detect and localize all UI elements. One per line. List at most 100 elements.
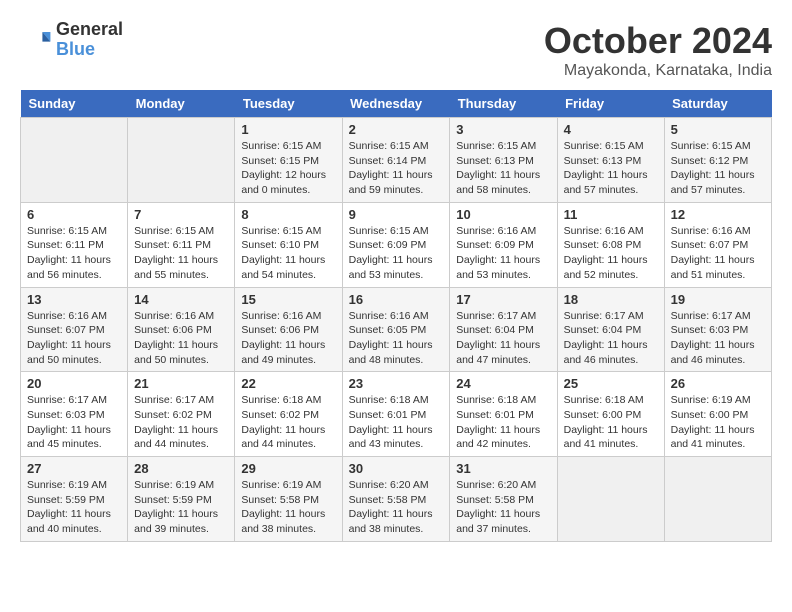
calendar-cell: 30 Sunrise: 6:20 AM Sunset: 5:58 PM Dayli… — [342, 457, 450, 542]
day-info: Sunrise: 6:15 AM Sunset: 6:15 PM Dayligh… — [241, 139, 335, 198]
day-info: Sunrise: 6:15 AM Sunset: 6:13 PM Dayligh… — [456, 139, 550, 198]
weekday-header: Thursday — [450, 90, 557, 118]
day-info: Sunrise: 6:18 AM Sunset: 6:00 PM Dayligh… — [564, 393, 658, 452]
calendar-cell — [557, 457, 664, 542]
day-number: 6 — [27, 207, 121, 222]
day-info: Sunrise: 6:15 AM Sunset: 6:14 PM Dayligh… — [349, 139, 444, 198]
day-info: Sunrise: 6:18 AM Sunset: 6:01 PM Dayligh… — [456, 393, 550, 452]
day-info: Sunrise: 6:16 AM Sunset: 6:06 PM Dayligh… — [134, 309, 228, 368]
title-block: October 2024 Mayakonda, Karnataka, India — [544, 20, 772, 80]
calendar-cell: 31 Sunrise: 6:20 AM Sunset: 5:58 PM Dayli… — [450, 457, 557, 542]
calendar-cell: 8 Sunrise: 6:15 AM Sunset: 6:10 PM Daylig… — [235, 202, 342, 287]
day-number: 20 — [27, 376, 121, 391]
day-info: Sunrise: 6:15 AM Sunset: 6:11 PM Dayligh… — [134, 224, 228, 283]
logo-blue: Blue — [56, 40, 123, 60]
day-number: 8 — [241, 207, 335, 222]
calendar-week-row: 13 Sunrise: 6:16 AM Sunset: 6:07 PM Dayli… — [21, 287, 772, 372]
day-number: 21 — [134, 376, 228, 391]
month-title: October 2024 — [544, 20, 772, 62]
day-info: Sunrise: 6:15 AM Sunset: 6:13 PM Dayligh… — [564, 139, 658, 198]
day-number: 22 — [241, 376, 335, 391]
calendar-cell: 20 Sunrise: 6:17 AM Sunset: 6:03 PM Dayli… — [21, 372, 128, 457]
day-info: Sunrise: 6:19 AM Sunset: 5:59 PM Dayligh… — [27, 478, 121, 537]
calendar-cell: 1Sunrise: 6:15 AM Sunset: 6:15 PM Daylig… — [235, 118, 342, 203]
day-number: 9 — [349, 207, 444, 222]
calendar-cell: 13 Sunrise: 6:16 AM Sunset: 6:07 PM Dayli… — [21, 287, 128, 372]
day-number: 15 — [241, 292, 335, 307]
calendar-cell: 27 Sunrise: 6:19 AM Sunset: 5:59 PM Dayli… — [21, 457, 128, 542]
calendar-cell: 6Sunrise: 6:15 AM Sunset: 6:11 PM Daylig… — [21, 202, 128, 287]
day-number: 18 — [564, 292, 658, 307]
day-number: 10 — [456, 207, 550, 222]
calendar-cell: 19Sunrise: 6:17 AM Sunset: 6:03 PM Dayli… — [664, 287, 771, 372]
day-info: Sunrise: 6:16 AM Sunset: 6:08 PM Dayligh… — [564, 224, 658, 283]
day-number: 30 — [349, 461, 444, 476]
weekday-header: Monday — [128, 90, 235, 118]
weekday-header: Wednesday — [342, 90, 450, 118]
day-number: 14 — [134, 292, 228, 307]
calendar-cell: 7 Sunrise: 6:15 AM Sunset: 6:11 PM Daylig… — [128, 202, 235, 287]
day-info: Sunrise: 6:20 AM Sunset: 5:58 PM Dayligh… — [456, 478, 550, 537]
calendar-week-row: 27 Sunrise: 6:19 AM Sunset: 5:59 PM Dayli… — [21, 457, 772, 542]
day-number: 17 — [456, 292, 550, 307]
day-info: Sunrise: 6:17 AM Sunset: 6:04 PM Dayligh… — [564, 309, 658, 368]
calendar-week-row: 6 Sunrise: 6:15 AM Sunset: 6:11 PM Daylig… — [21, 202, 772, 287]
day-info: Sunrise: 6:16 AM Sunset: 6:07 PM Dayligh… — [27, 309, 121, 368]
day-number: 12 — [671, 207, 765, 222]
calendar-cell: 11 Sunrise: 6:16 AM Sunset: 6:08 PM Dayli… — [557, 202, 664, 287]
calendar-cell: 3Sunrise: 6:15 AM Sunset: 6:13 PM Daylig… — [450, 118, 557, 203]
calendar-cell: 29Sunrise: 6:19 AM Sunset: 5:58 PM Dayli… — [235, 457, 342, 542]
day-info: Sunrise: 6:16 AM Sunset: 6:09 PM Dayligh… — [456, 224, 550, 283]
calendar-cell: 5Sunrise: 6:15 AM Sunset: 6:12 PM Daylig… — [664, 118, 771, 203]
day-number: 23 — [349, 376, 444, 391]
calendar-cell: 2 Sunrise: 6:15 AM Sunset: 6:14 PM Daylig… — [342, 118, 450, 203]
logo-general: General — [56, 20, 123, 40]
calendar-cell: 4 Sunrise: 6:15 AM Sunset: 6:13 PM Daylig… — [557, 118, 664, 203]
day-number: 11 — [564, 207, 658, 222]
day-info: Sunrise: 6:17 AM Sunset: 6:03 PM Dayligh… — [27, 393, 121, 452]
day-info: Sunrise: 6:16 AM Sunset: 6:06 PM Dayligh… — [241, 309, 335, 368]
calendar-cell — [664, 457, 771, 542]
day-number: 4 — [564, 122, 658, 137]
day-info: Sunrise: 6:17 AM Sunset: 6:04 PM Dayligh… — [456, 309, 550, 368]
day-info: Sunrise: 6:15 AM Sunset: 6:10 PM Dayligh… — [241, 224, 335, 283]
day-info: Sunrise: 6:19 AM Sunset: 5:58 PM Dayligh… — [241, 478, 335, 537]
day-info: Sunrise: 6:19 AM Sunset: 5:59 PM Dayligh… — [134, 478, 228, 537]
calendar-week-row: 20 Sunrise: 6:17 AM Sunset: 6:03 PM Dayli… — [21, 372, 772, 457]
day-info: Sunrise: 6:16 AM Sunset: 6:07 PM Dayligh… — [671, 224, 765, 283]
day-number: 24 — [456, 376, 550, 391]
calendar-cell: 28 Sunrise: 6:19 AM Sunset: 5:59 PM Dayli… — [128, 457, 235, 542]
day-info: Sunrise: 6:18 AM Sunset: 6:02 PM Dayligh… — [241, 393, 335, 452]
calendar-cell: 25 Sunrise: 6:18 AM Sunset: 6:00 PM Dayli… — [557, 372, 664, 457]
calendar-cell: 15 Sunrise: 6:16 AM Sunset: 6:06 PM Dayli… — [235, 287, 342, 372]
logo-text: General Blue — [56, 20, 123, 60]
day-number: 28 — [134, 461, 228, 476]
page-header: General Blue October 2024 Mayakonda, Kar… — [20, 20, 772, 80]
day-number: 7 — [134, 207, 228, 222]
calendar-cell: 9 Sunrise: 6:15 AM Sunset: 6:09 PM Daylig… — [342, 202, 450, 287]
day-number: 31 — [456, 461, 550, 476]
day-number: 16 — [349, 292, 444, 307]
day-info: Sunrise: 6:17 AM Sunset: 6:02 PM Dayligh… — [134, 393, 228, 452]
day-number: 26 — [671, 376, 765, 391]
weekday-header: Tuesday — [235, 90, 342, 118]
calendar-cell — [128, 118, 235, 203]
calendar-cell: 14 Sunrise: 6:16 AM Sunset: 6:06 PM Dayli… — [128, 287, 235, 372]
weekday-header: Sunday — [21, 90, 128, 118]
calendar-cell: 10 Sunrise: 6:16 AM Sunset: 6:09 PM Dayli… — [450, 202, 557, 287]
day-number: 25 — [564, 376, 658, 391]
calendar-cell: 21 Sunrise: 6:17 AM Sunset: 6:02 PM Dayli… — [128, 372, 235, 457]
logo-icon — [20, 24, 52, 56]
day-info: Sunrise: 6:15 AM Sunset: 6:09 PM Dayligh… — [349, 224, 444, 283]
calendar-cell: 23Sunrise: 6:18 AM Sunset: 6:01 PM Dayli… — [342, 372, 450, 457]
day-number: 13 — [27, 292, 121, 307]
calendar-cell: 16Sunrise: 6:16 AM Sunset: 6:05 PM Dayli… — [342, 287, 450, 372]
day-info: Sunrise: 6:20 AM Sunset: 5:58 PM Dayligh… — [349, 478, 444, 537]
day-info: Sunrise: 6:19 AM Sunset: 6:00 PM Dayligh… — [671, 393, 765, 452]
day-number: 2 — [349, 122, 444, 137]
location-title: Mayakonda, Karnataka, India — [544, 62, 772, 80]
day-number: 27 — [27, 461, 121, 476]
calendar-cell — [21, 118, 128, 203]
weekday-header: Saturday — [664, 90, 771, 118]
logo: General Blue — [20, 20, 123, 60]
